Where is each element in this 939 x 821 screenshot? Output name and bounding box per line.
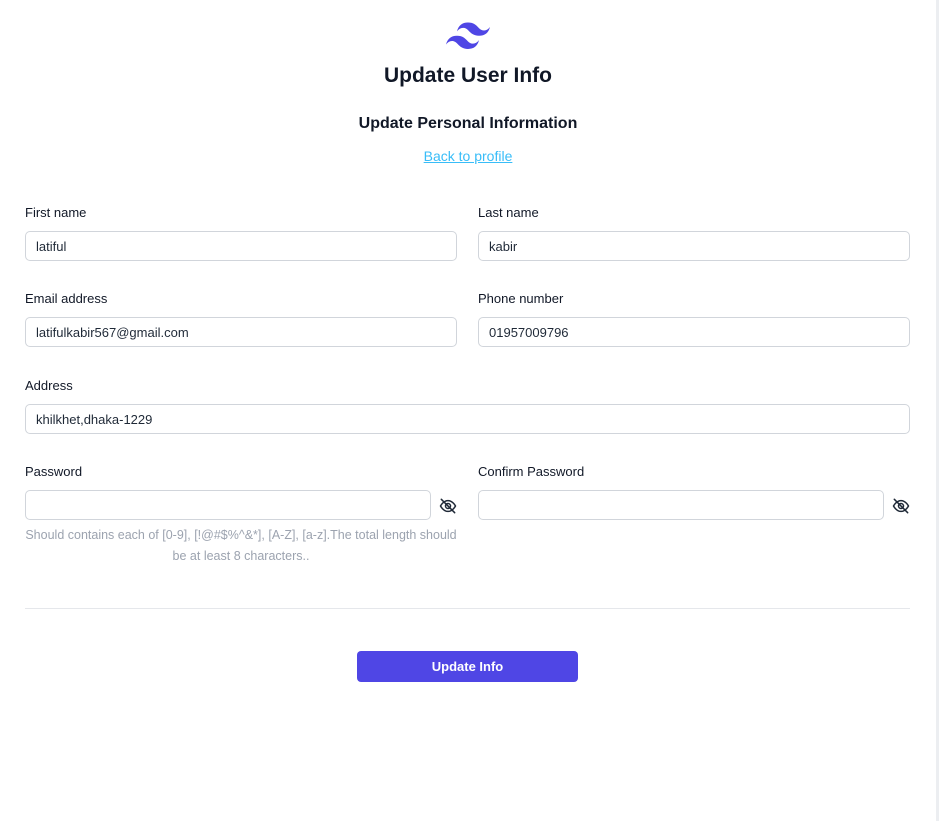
back-to-profile-link[interactable]: Back to profile xyxy=(424,148,513,164)
eye-slash-icon[interactable] xyxy=(438,496,458,516)
page-title: Update User Info xyxy=(383,64,553,87)
phone-label: Phone number xyxy=(478,291,564,306)
email-label: Email address xyxy=(25,291,108,306)
back-to-profile-row: Back to profile xyxy=(0,148,936,164)
tailwind-logo-icon xyxy=(446,22,490,49)
password-input[interactable] xyxy=(25,490,431,520)
section-subtitle: Update Personal Information xyxy=(358,115,578,132)
password-label: Password xyxy=(25,464,83,479)
form-divider xyxy=(25,608,910,609)
address-label: Address xyxy=(25,378,73,393)
phone-input[interactable] xyxy=(478,317,910,347)
email-input[interactable] xyxy=(25,317,457,347)
last-name-label: Last name xyxy=(478,205,539,220)
confirm-password-label: Confirm Password xyxy=(478,464,585,479)
password-requirements-hint: Should contains each of [0-9], [!@#$%^&*… xyxy=(25,528,457,563)
eye-slash-icon[interactable] xyxy=(891,496,911,516)
address-input[interactable] xyxy=(25,404,910,434)
first-name-label: First name xyxy=(25,205,87,220)
last-name-input[interactable] xyxy=(478,231,910,261)
update-info-button[interactable]: Update Info xyxy=(357,651,578,682)
confirm-password-input[interactable] xyxy=(478,490,884,520)
first-name-input[interactable] xyxy=(25,231,457,261)
